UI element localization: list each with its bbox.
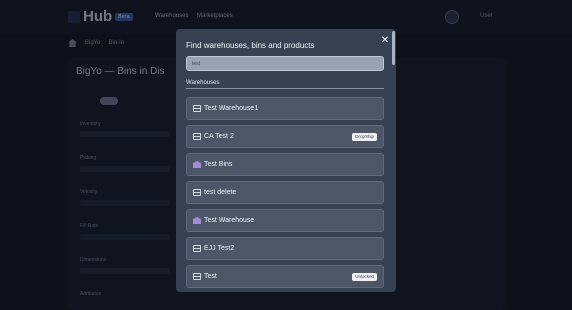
divider <box>186 88 384 89</box>
box-icon <box>193 133 201 140</box>
scrollbar[interactable] <box>392 31 395 65</box>
search-modal: Find warehouses, bins and products ✕ War… <box>176 29 396 292</box>
item-label: Test Bins <box>204 161 233 168</box>
item-label: Test <box>204 273 217 280</box>
warehouse-icon <box>193 161 201 168</box>
box-icon <box>193 245 201 252</box>
list-item[interactable]: Test Bins <box>186 153 384 176</box>
box-icon <box>193 189 201 196</box>
result-list: Test Warehouse1 CA Test 2 DropShip Test … <box>186 97 384 292</box>
list-item[interactable]: Test Unlocked <box>186 265 384 288</box>
list-item[interactable]: CA Test 2 DropShip <box>186 125 384 148</box>
box-icon <box>193 273 201 280</box>
item-label: test delete <box>204 189 237 196</box>
close-button[interactable]: ✕ <box>379 35 391 47</box>
box-icon <box>193 105 201 112</box>
list-item[interactable]: Test Warehouse <box>186 209 384 232</box>
warehouse-icon <box>193 217 201 224</box>
item-label: Test Warehouse1 <box>204 105 259 112</box>
list-item[interactable]: EJJ Test2 <box>186 237 384 260</box>
list-item[interactable]: test delete <box>186 181 384 204</box>
item-label: Test Warehouse <box>204 217 255 224</box>
item-label: CA Test 2 <box>204 133 234 140</box>
modal-title: Find warehouses, bins and products <box>186 41 315 50</box>
list-item[interactable]: Test Warehouse1 <box>186 97 384 120</box>
item-label: EJJ Test2 <box>204 245 235 252</box>
section-heading: Warehouses <box>186 80 220 86</box>
status-badge: Unlocked <box>352 273 377 281</box>
status-badge: DropShip <box>352 133 377 141</box>
search-input[interactable] <box>186 56 384 71</box>
